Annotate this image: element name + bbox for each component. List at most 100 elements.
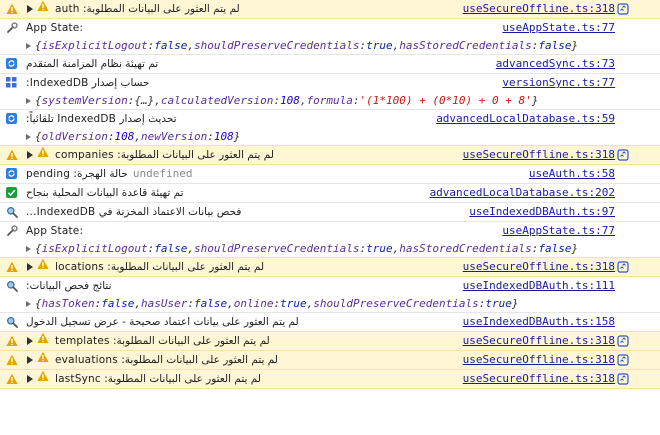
- source-link[interactable]: useSecureOffline.ts:318: [456, 332, 615, 350]
- source-link[interactable]: useAppState.ts:77: [496, 19, 615, 37]
- colon: :: [359, 38, 367, 52]
- source-link[interactable]: useAuth.ts:58: [523, 165, 615, 183]
- brace-close: }: [571, 241, 579, 255]
- object-preview[interactable]: {isExplicitLogout: false, shouldPreserve…: [26, 240, 660, 257]
- brace-open: {: [35, 129, 42, 143]
- property-key: shouldPreserveCredentials: [193, 241, 360, 255]
- colon: :: [127, 93, 135, 107]
- comma: ,: [134, 296, 141, 310]
- source-link[interactable]: advancedLocalDatabase.ts:59: [430, 110, 615, 128]
- property-value: true: [485, 296, 512, 310]
- console-log-row: لم يتم العثور على بيانات اعتماد صحيحة - …: [0, 313, 660, 332]
- row-gutter: [0, 74, 26, 92]
- console-log-row: فحص بيانات الاعتماد المخزنة في IndexedDB…: [0, 203, 660, 222]
- property-key: hasStoredCredentials: [399, 38, 532, 52]
- comma: ,: [154, 93, 161, 107]
- ai-insight-icon[interactable]: [617, 3, 629, 15]
- grid-icon: [6, 77, 17, 91]
- expand-arrow-icon[interactable]: [27, 337, 33, 345]
- property-value: false: [154, 38, 188, 52]
- property-key: shouldPreserveCredentials: [313, 296, 479, 310]
- colon: :: [531, 38, 539, 52]
- brace-close: }: [511, 296, 519, 310]
- source-link[interactable]: useSecureOffline.ts:318: [456, 351, 615, 369]
- console-log-row: حساب إصدار IndexedDB: {systemVersion: {…}…: [0, 74, 660, 110]
- row-gutter: [0, 277, 26, 295]
- source-link[interactable]: useSecureOffline.ts:318: [456, 370, 615, 388]
- object-preview[interactable]: {isExplicitLogout: false, shouldPreserve…: [26, 37, 660, 54]
- row-gutter: [0, 258, 26, 276]
- brace-open: {: [35, 241, 42, 255]
- ai-insight-icon[interactable]: [617, 354, 629, 366]
- expand-arrow-icon[interactable]: [26, 245, 31, 252]
- check-icon: [6, 187, 17, 198]
- ai-insight-icon[interactable]: [617, 261, 629, 273]
- source-link[interactable]: useIndexedDBAuth.ts:97: [463, 203, 615, 221]
- comma: ,: [227, 296, 234, 310]
- source-link[interactable]: useAppState.ts:77: [496, 222, 615, 240]
- source-link[interactable]: useSecureOffline.ts:318: [456, 146, 615, 164]
- warning-emoji-icon: [37, 146, 49, 164]
- row-gutter: [0, 370, 26, 388]
- ai-insight-icon[interactable]: [617, 373, 629, 385]
- property-key: newVersion: [140, 129, 208, 143]
- ai-insight-icon[interactable]: [617, 149, 629, 161]
- message-text: تم تهيئة نظام المزامنة المتقدم: [26, 58, 159, 70]
- property-key: oldVersion: [41, 129, 108, 143]
- message-text: لم يتم العثور على البيانات المطلوبة: aut…: [55, 3, 240, 15]
- message-text: تم تهيئة قاعدة البيانات المحلية بنجاح: [26, 187, 184, 199]
- console-warning-row[interactable]: لم يتم العثور على البيانات المطلوبة: eva…: [0, 350, 660, 370]
- source-link[interactable]: useSecureOffline.ts:318: [456, 0, 615, 18]
- message-text: لم يتم العثور على البيانات المطلوبة: las…: [55, 373, 261, 385]
- warning-emoji-icon: [37, 370, 49, 388]
- row-gutter: [0, 332, 26, 350]
- source-link[interactable]: useIndexedDBAuth.ts:158: [457, 313, 615, 331]
- source-link[interactable]: versionSync.ts:77: [496, 74, 615, 92]
- comma: ,: [392, 38, 400, 52]
- expand-arrow-icon[interactable]: [27, 375, 33, 383]
- source-link[interactable]: useIndexedDBAuth.ts:111: [457, 277, 615, 295]
- colon: :: [352, 93, 360, 107]
- warning-icon: [6, 335, 18, 350]
- expand-arrow-icon[interactable]: [27, 151, 33, 159]
- comma: ,: [306, 296, 314, 310]
- console-warning-row[interactable]: لم يتم العثور على البيانات المطلوبة: loc…: [0, 257, 660, 277]
- message-text: لم يتم العثور على البيانات المطلوبة: loc…: [55, 261, 265, 273]
- console-warning-row[interactable]: لم يتم العثور على البيانات المطلوبة: aut…: [0, 0, 660, 19]
- row-gutter: [0, 19, 26, 37]
- sync-icon: [6, 58, 17, 69]
- brace-open: {: [35, 93, 42, 107]
- magnifier-icon: [6, 280, 18, 295]
- row-gutter: [0, 110, 26, 128]
- source-link[interactable]: advancedSync.ts:73: [490, 55, 615, 73]
- property-value: 108: [213, 129, 234, 143]
- source-link[interactable]: useSecureOffline.ts:318: [456, 258, 615, 276]
- message-text: نتائج فحص البيانات:: [26, 280, 112, 292]
- comma: ,: [187, 38, 194, 52]
- console-warning-row[interactable]: لم يتم العثور على البيانات المطلوبة: las…: [0, 369, 660, 389]
- console-log-row: حالة الهجرة: pending undefined useAuth.ts:…: [0, 165, 660, 184]
- console-log-row: تم تهيئة قاعدة البيانات المحلية بنجاح adv…: [0, 184, 660, 203]
- source-link[interactable]: advancedLocalDatabase.ts:202: [424, 184, 615, 202]
- property-key: shouldPreserveCredentials: [193, 38, 360, 52]
- object-preview[interactable]: {hasToken: false, hasUser: false, online…: [26, 295, 660, 312]
- expand-arrow-icon[interactable]: [27, 263, 33, 271]
- expand-arrow-icon[interactable]: [26, 42, 31, 49]
- expand-arrow-icon[interactable]: [27, 5, 33, 13]
- expand-arrow-icon[interactable]: [26, 300, 31, 307]
- property-value: '(1*100) + (0*10) + 0 + 8': [359, 93, 532, 107]
- console-log-row: نتائج فحص البيانات: {hasToken: false, has…: [0, 277, 660, 313]
- row-gutter: [0, 0, 26, 18]
- console-warning-row[interactable]: لم يتم العثور على البيانات المطلوبة: tem…: [0, 331, 660, 351]
- object-preview[interactable]: {systemVersion: {…}, calculatedVersion: …: [26, 92, 660, 109]
- warning-icon: [6, 373, 18, 388]
- expand-arrow-icon[interactable]: [26, 133, 31, 140]
- expand-arrow-icon[interactable]: [26, 97, 31, 104]
- comma: ,: [187, 241, 194, 255]
- object-preview[interactable]: {oldVersion: 108, newVersion: 108}: [26, 128, 660, 145]
- ai-insight-icon[interactable]: [617, 335, 629, 347]
- property-value: true: [366, 38, 393, 52]
- expand-arrow-icon[interactable]: [27, 356, 33, 364]
- comma: ,: [134, 129, 141, 143]
- console-warning-row[interactable]: لم يتم العثور على البيانات المطلوبة: com…: [0, 145, 660, 165]
